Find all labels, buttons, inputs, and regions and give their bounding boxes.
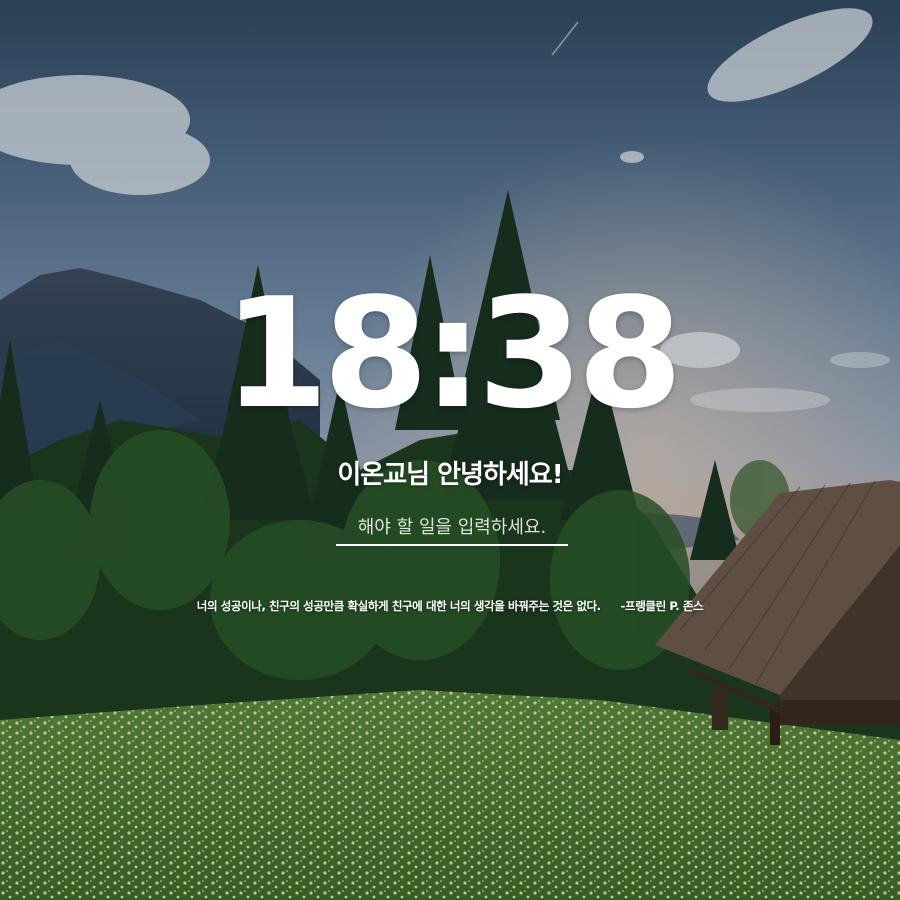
greeting-text: 이온교님 안녕하세요! bbox=[337, 460, 563, 490]
todo-form bbox=[336, 510, 568, 546]
background-image bbox=[0, 0, 900, 900]
todo-input[interactable] bbox=[336, 510, 568, 544]
clock-time: 18:38 bbox=[223, 265, 683, 442]
quote-author: -프랭클린 P. 존스 bbox=[620, 599, 704, 613]
quote-container: 너의 성공이나, 친구의 성공만큼 확실하게 친구에 대한 너의 생각을 바꿔주… bbox=[0, 598, 900, 614]
quote-text: 너의 성공이나, 친구의 성공만큼 확실하게 친구에 대한 너의 생각을 바꿔주… bbox=[196, 599, 601, 613]
background-dim-overlay bbox=[0, 0, 900, 900]
